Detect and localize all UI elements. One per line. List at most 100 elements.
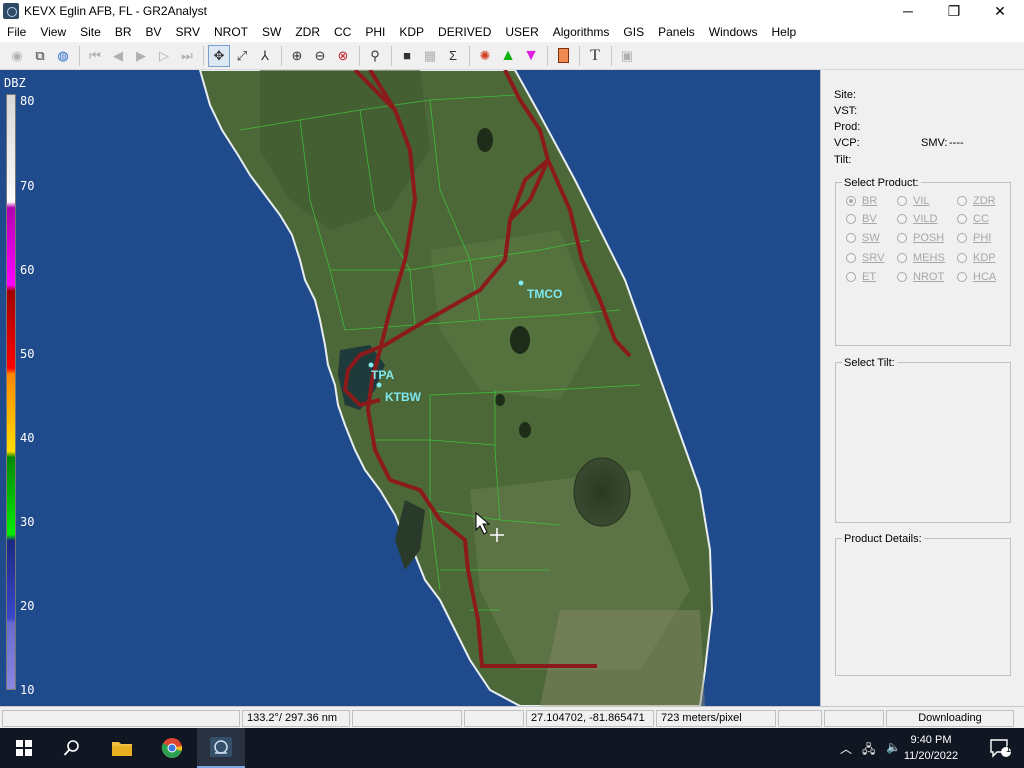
menu-panels[interactable]: Panels — [651, 22, 702, 42]
sigma-icon[interactable]: Σ — [442, 45, 464, 67]
status-bar: 133.2°/ 297.36 nm 27.104702, -81.865471 … — [0, 706, 1024, 728]
taskbar: ︿ 🖧 🔈 9:40 PM 11/20/2022 1 — [0, 728, 1024, 768]
product-details-title: Product Details: — [842, 533, 924, 545]
site-label-ktbw[interactable]: KTBW — [385, 390, 422, 404]
storm-relative-icon[interactable]: ■ — [396, 45, 418, 67]
menu-view[interactable]: View — [33, 22, 73, 42]
colorbar-tick: 40 — [20, 431, 35, 445]
last-frame-icon[interactable]: ⏭ — [176, 45, 198, 67]
hurricane-icon[interactable]: ✺ — [474, 45, 496, 67]
site-label-tpa[interactable]: TPA — [371, 368, 394, 382]
product-radio-zdr[interactable]: ZDR — [957, 195, 996, 207]
product-radio-bv[interactable]: BV — [846, 213, 877, 225]
globe-icon[interactable]: ◍ — [52, 45, 74, 67]
site-label-tmco[interactable]: TMCO — [527, 287, 562, 301]
menu-algorithms[interactable]: Algorithms — [546, 22, 617, 42]
frame-icon[interactable]: ▣ — [616, 45, 638, 67]
first-frame-icon[interactable]: ⏮ — [84, 45, 106, 67]
start-button[interactable] — [0, 728, 48, 768]
menu-br[interactable]: BR — [108, 22, 139, 42]
select-product-title: Select Product: — [842, 177, 921, 189]
product-radio-hca[interactable]: HCA — [957, 271, 996, 283]
product-details-group: Product Details: — [835, 533, 1011, 676]
gr2analyst-taskbar-button[interactable] — [197, 728, 245, 768]
product-radio-vil[interactable]: VIL — [897, 195, 930, 207]
system-clock[interactable]: 9:40 PM 11/20/2022 — [896, 732, 966, 764]
colorbar-unit: DBZ — [4, 76, 26, 90]
menu-site[interactable]: Site — [73, 22, 108, 42]
menu-kdp[interactable]: KDP — [392, 22, 431, 42]
vst-label: VST: — [834, 105, 858, 117]
select-tilt-title: Select Tilt: — [842, 357, 897, 369]
green-triangle-icon[interactable]: ▲ — [497, 45, 519, 67]
maximize-button[interactable]: ❐ — [931, 0, 977, 22]
menu-sw[interactable]: SW — [255, 22, 288, 42]
zoom-out-icon[interactable]: ⊖ — [309, 45, 331, 67]
product-radio-sw[interactable]: SW — [846, 232, 880, 244]
menu-derived[interactable]: DERIVED — [431, 22, 498, 42]
orange-rect-icon[interactable] — [552, 45, 574, 67]
next-frame-icon[interactable]: ▷ — [153, 45, 175, 67]
menu-cc[interactable]: CC — [327, 22, 358, 42]
product-radio-kdp[interactable]: KDP — [957, 252, 996, 264]
colorbar-tick: 20 — [20, 599, 35, 613]
menu-help[interactable]: Help — [764, 22, 803, 42]
zoom-in-icon[interactable]: ⊕ — [286, 45, 308, 67]
status-lat-lon: 27.104702, -81.865471 — [526, 710, 654, 727]
menu-phi[interactable]: PHI — [358, 22, 392, 42]
toolbar: ◉ ⧉ ◍ ⏮ ◀ ▶ ▷ ⏭ ✥ ⤢ ⅄ ⊕ ⊖ ⊗ ⚲ ■ ▦ Σ ✺ ▲ … — [0, 42, 1024, 70]
play-icon[interactable]: ▶ — [130, 45, 152, 67]
menu-nrot[interactable]: NROT — [207, 22, 255, 42]
radar-icon[interactable]: ◉ — [6, 45, 28, 67]
menu-file[interactable]: File — [0, 22, 33, 42]
product-radio-vild[interactable]: VILD — [897, 213, 937, 225]
minimize-button[interactable]: ─ — [885, 0, 931, 22]
product-radio-br[interactable]: BR — [846, 195, 877, 207]
product-radio-posh[interactable]: POSH — [897, 232, 944, 244]
product-radio-cc[interactable]: CC — [957, 213, 989, 225]
toolbar-separator — [391, 45, 392, 66]
grid-icon[interactable]: ▦ — [419, 45, 441, 67]
chevron-up-icon[interactable]: ︿ — [840, 740, 852, 757]
radar-map[interactable]: TMCO TPA KTBW — [0, 70, 820, 706]
zoom-reset-icon[interactable]: ⊗ — [332, 45, 354, 67]
menu-user[interactable]: USER — [498, 22, 545, 42]
site-marker-tpa[interactable] — [368, 362, 374, 368]
product-radio-et[interactable]: ET — [846, 271, 876, 283]
vcp-label: VCP: — [834, 137, 860, 149]
product-radio-phi[interactable]: PHI — [957, 232, 991, 244]
title-bar: KEVX Eglin AFB, FL - GR2Analyst ─ ❐ ✕ — [0, 0, 1024, 22]
lake — [510, 326, 530, 354]
site-marker-ktbw[interactable] — [376, 382, 382, 388]
link-icon[interactable]: ⚲ — [364, 45, 386, 67]
close-button[interactable]: ✕ — [977, 0, 1023, 22]
toolbar-separator — [79, 45, 80, 66]
menu-srv[interactable]: SRV — [169, 22, 207, 42]
text-icon[interactable]: T — [584, 45, 606, 67]
product-radio-nrot[interactable]: NROT — [897, 271, 944, 283]
prev-frame-icon[interactable]: ◀ — [107, 45, 129, 67]
menu-gis[interactable]: GIS — [616, 22, 651, 42]
chrome-button[interactable] — [148, 728, 196, 768]
pan-icon[interactable]: ✥ — [208, 44, 230, 67]
product-radio-srv[interactable]: SRV — [846, 252, 884, 264]
measure-icon[interactable]: ⤢ — [231, 45, 253, 67]
search-button[interactable] — [48, 728, 96, 768]
file-explorer-button[interactable] — [98, 728, 146, 768]
site-marker-tmco[interactable] — [518, 280, 524, 286]
lake — [477, 128, 493, 152]
status-cell-empty — [464, 710, 524, 727]
toolbar-separator — [359, 45, 360, 66]
toolbar-separator — [203, 45, 204, 66]
product-radio-mehs[interactable]: MEHS — [897, 252, 945, 264]
menu-zdr[interactable]: ZDR — [288, 22, 327, 42]
cross-section-icon[interactable]: ⅄ — [254, 45, 276, 67]
copy-windows-icon[interactable]: ⧉ — [29, 45, 51, 67]
status-cell-empty — [778, 710, 822, 727]
menu-windows[interactable]: Windows — [702, 22, 765, 42]
notifications-button[interactable]: 1 — [976, 728, 1024, 768]
menu-bv[interactable]: BV — [139, 22, 169, 42]
network-icon[interactable]: 🖧 — [862, 740, 875, 761]
clock-time: 9:40 PM — [910, 734, 952, 746]
magenta-triangle-icon[interactable]: ▼ — [520, 45, 542, 67]
